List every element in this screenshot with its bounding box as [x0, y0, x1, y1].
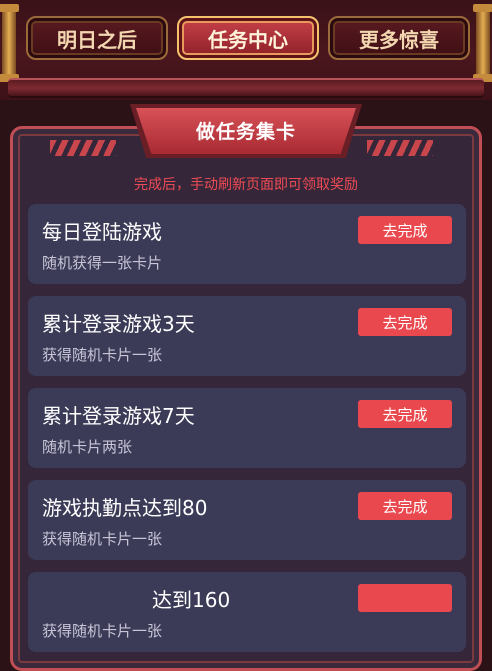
task-card: 累计登录游戏3天 获得随机卡片一张 去完成 — [28, 296, 466, 376]
tab-more-surprises[interactable]: 更多惊喜 — [328, 16, 470, 60]
task-reward: 获得随机卡片一张 — [42, 530, 163, 548]
tab-bar-rail — [8, 78, 484, 98]
left-ornament-pillar — [0, 4, 19, 82]
top-tab-bar: 明日之后 任务中心 更多惊喜 — [0, 0, 492, 100]
go-complete-button[interactable]: 去完成 — [358, 400, 452, 428]
section-title: 做任务集卡 — [195, 120, 296, 143]
go-complete-button[interactable] — [358, 584, 452, 612]
right-stripe-decoration — [367, 140, 433, 156]
task-reward: 获得随机卡片一张 — [42, 622, 163, 640]
task-reward: 随机获得一张卡片 — [42, 254, 163, 272]
tab-tomorrow[interactable]: 明日之后 — [26, 16, 168, 60]
task-title: 每日登陆游戏 — [42, 220, 162, 244]
task-reward: 获得随机卡片一张 — [42, 346, 163, 364]
task-title: 累计登录游戏3天 — [42, 312, 195, 336]
right-ornament-pillar — [473, 4, 492, 82]
refresh-notice: 完成后，手动刷新页面即可领取奖励 — [134, 177, 358, 193]
task-title: 累计登录游戏7天 — [42, 404, 195, 428]
task-card: 游戏执勤点达到80 获得随机卡片一张 去完成 — [28, 480, 466, 560]
task-card: 每日登陆游戏 随机获得一张卡片 去完成 — [28, 204, 466, 284]
task-reward: 随机卡片两张 — [42, 438, 133, 456]
go-complete-button[interactable]: 去完成 — [358, 492, 452, 520]
left-stripe-decoration — [50, 140, 116, 156]
task-card: 达到160 获得随机卡片一张 — [28, 572, 466, 652]
task-title: 达到160 — [152, 588, 231, 612]
tab-task-center[interactable]: 任务中心 — [177, 16, 319, 60]
go-complete-button[interactable]: 去完成 — [358, 216, 452, 244]
go-complete-button[interactable]: 去完成 — [358, 308, 452, 336]
task-title: 游戏执勤点达到80 — [42, 496, 208, 520]
task-card: 累计登录游戏7天 随机卡片两张 去完成 — [28, 388, 466, 468]
